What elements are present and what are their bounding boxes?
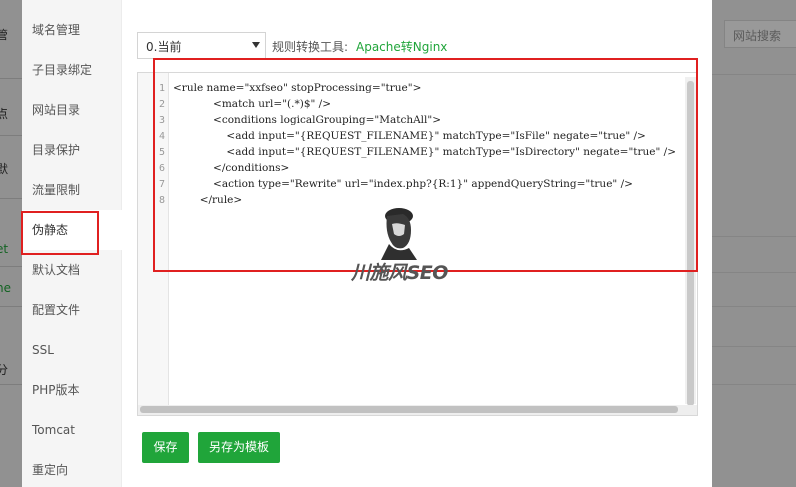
highlight-box-rewrite-tab bbox=[21, 211, 99, 255]
background-text-fragment: 点 bbox=[0, 107, 9, 121]
background-text-fragment: et bbox=[0, 242, 9, 256]
watermark-text: 川施风SEO bbox=[351, 262, 448, 284]
sidebar-item-config-file[interactable]: 配置文件 bbox=[22, 290, 122, 330]
sidebar-item-default-document[interactable]: 默认文档 bbox=[22, 250, 122, 290]
sidebar-item-domain-management[interactable]: 域名管理 bbox=[22, 10, 122, 50]
apache-to-nginx-link[interactable]: Apache转Nginx bbox=[356, 38, 447, 55]
background-divider bbox=[712, 384, 796, 385]
background-divider bbox=[712, 272, 796, 273]
background-text-fragment: 默 bbox=[0, 162, 9, 176]
background-text-fragment: ne bbox=[0, 281, 11, 295]
sidebar-item-subdirectory-binding[interactable]: 子目录绑定 bbox=[22, 50, 122, 90]
background-divider bbox=[0, 135, 22, 136]
watermark: 川施风SEO bbox=[337, 204, 462, 284]
horizontal-scrollbar[interactable] bbox=[138, 405, 697, 415]
background-page-left: 管 点 默 et ne 分 bbox=[0, 0, 22, 487]
background-divider bbox=[712, 306, 796, 307]
sidebar-item-directory-protection[interactable]: 目录保护 bbox=[22, 130, 122, 170]
background-divider bbox=[0, 198, 22, 199]
sidebar-item-php-version[interactable]: PHP版本 bbox=[22, 370, 122, 410]
sidebar-item-tomcat[interactable]: Tomcat bbox=[22, 410, 122, 450]
background-divider bbox=[712, 346, 796, 347]
background-divider bbox=[0, 306, 22, 307]
save-as-template-button[interactable]: 另存为模板 bbox=[198, 432, 280, 463]
sidebar-item-ssl[interactable]: SSL bbox=[22, 330, 122, 370]
background-divider bbox=[0, 266, 22, 267]
background-divider bbox=[712, 74, 796, 75]
background-search-input: 网站搜索 bbox=[724, 20, 796, 48]
chevron-down-icon bbox=[252, 42, 260, 48]
save-button[interactable]: 保存 bbox=[142, 432, 189, 463]
background-divider bbox=[0, 78, 22, 79]
portrait-logo-icon bbox=[381, 208, 417, 260]
background-text-fragment: 分 bbox=[0, 363, 9, 377]
rule-converter-label: 规则转换工具: bbox=[272, 40, 349, 54]
rewrite-rule-select[interactable]: 0.当前 bbox=[137, 32, 266, 59]
sidebar-item-redirect[interactable]: 重定向 bbox=[22, 450, 122, 487]
background-text-fragment: 管 bbox=[0, 28, 9, 42]
background-divider bbox=[0, 384, 22, 385]
background-divider bbox=[712, 236, 796, 237]
sidebar-item-site-directory[interactable]: 网站目录 bbox=[22, 90, 122, 130]
horizontal-scrollbar-thumb[interactable] bbox=[140, 406, 678, 413]
rewrite-rule-select-value: 0.当前 bbox=[146, 40, 182, 54]
sidebar-item-traffic-limit[interactable]: 流量限制 bbox=[22, 170, 122, 210]
background-page-right bbox=[712, 0, 796, 487]
